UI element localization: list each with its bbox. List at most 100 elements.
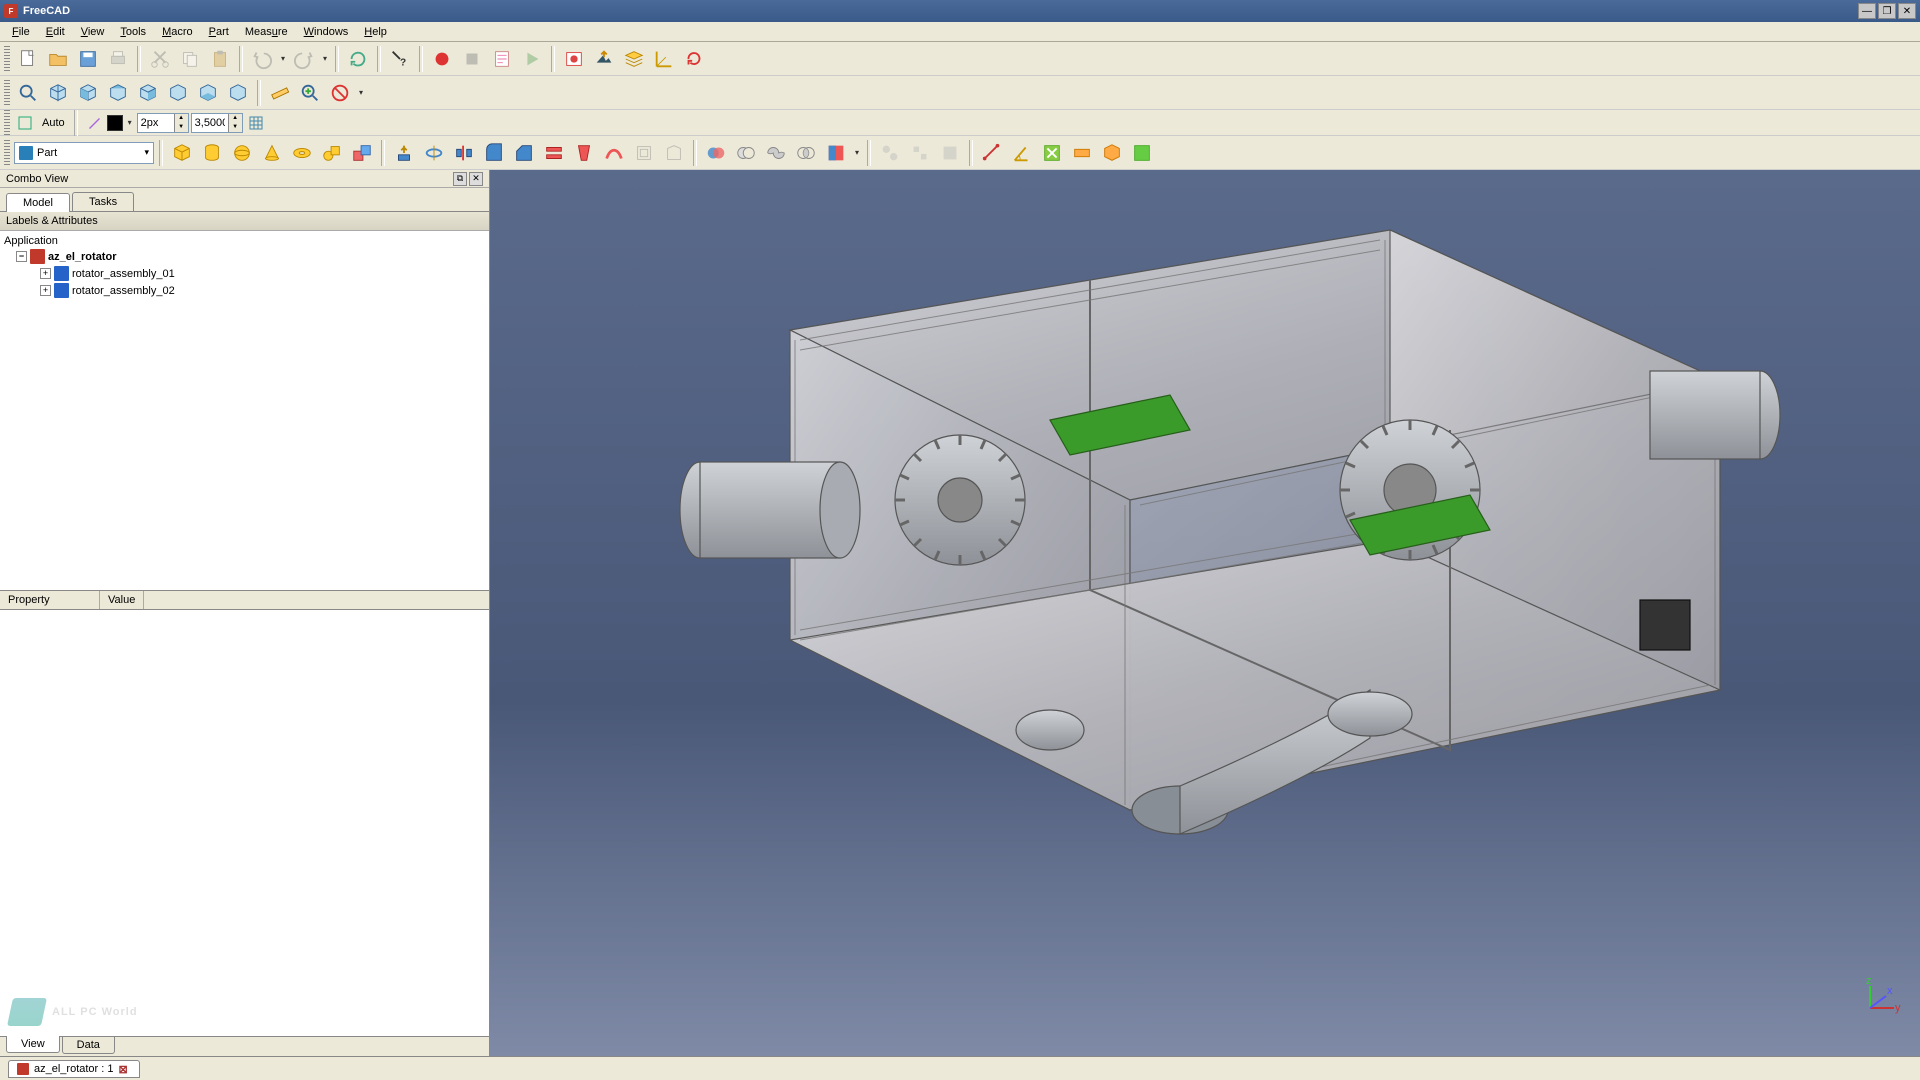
menu-macro[interactable]: Macro [154, 24, 201, 40]
zoom-fit-icon[interactable] [14, 79, 42, 107]
measure-angular-icon[interactable] [1008, 139, 1036, 167]
offset-icon[interactable] [630, 139, 658, 167]
expand-icon[interactable]: + [40, 268, 51, 279]
menu-help[interactable]: Help [356, 24, 395, 40]
measure-linear-icon[interactable] [978, 139, 1006, 167]
menu-edit[interactable]: Edit [38, 24, 73, 40]
close-tab-icon[interactable]: ⊠ [119, 1063, 131, 1075]
tree-root[interactable]: Application [0, 234, 489, 248]
tab-model[interactable]: Model [6, 193, 70, 212]
revolve-icon[interactable] [420, 139, 448, 167]
toolbar-handle[interactable] [4, 80, 10, 106]
tab-view[interactable]: View [6, 1036, 60, 1053]
compound-dropdown[interactable]: ▾ [852, 148, 862, 157]
property-col-header[interactable]: Property [0, 591, 100, 609]
macro-list-icon[interactable] [488, 45, 516, 73]
measure-delta-icon[interactable] [1128, 139, 1156, 167]
paste-icon[interactable] [206, 45, 234, 73]
model-tree[interactable]: Application − az_el_rotator + rotator_as… [0, 231, 489, 591]
make-compound-icon[interactable] [876, 139, 904, 167]
expand-icon[interactable]: + [40, 285, 51, 296]
mdi-tab[interactable]: az_el_rotator : 1 ⊠ [8, 1060, 140, 1078]
menu-file[interactable]: File [4, 24, 38, 40]
shape-builder-icon[interactable] [348, 139, 376, 167]
line-value-input[interactable] [192, 117, 228, 129]
panel-close-icon[interactable]: ✕ [469, 172, 483, 186]
view-iso-icon[interactable] [44, 79, 72, 107]
toolbar-handle[interactable] [4, 110, 10, 136]
print-icon[interactable] [104, 45, 132, 73]
no-entry-icon[interactable] [326, 79, 354, 107]
tab-tasks[interactable]: Tasks [72, 192, 134, 211]
open-file-icon[interactable] [44, 45, 72, 73]
workbench-selector[interactable]: Part ▾ [14, 142, 154, 164]
primitives-icon[interactable] [318, 139, 346, 167]
cylinder-icon[interactable] [198, 139, 226, 167]
cut-icon[interactable] [146, 45, 174, 73]
value-col-header[interactable]: Value [100, 591, 144, 609]
view-front-icon[interactable] [74, 79, 102, 107]
intersect-bool-icon[interactable] [792, 139, 820, 167]
measure-clear-icon[interactable] [1038, 139, 1066, 167]
view-right-icon[interactable] [134, 79, 162, 107]
3d-viewport[interactable]: z y x [490, 170, 1920, 1056]
line-width-input[interactable] [138, 117, 174, 129]
union-bool-icon[interactable] [762, 139, 790, 167]
sweep-icon[interactable] [600, 139, 628, 167]
menu-windows[interactable]: Windows [296, 24, 357, 40]
minimize-button[interactable]: — [1858, 3, 1876, 19]
fillet-icon[interactable] [480, 139, 508, 167]
redo-dropdown[interactable]: ▾ [320, 54, 330, 63]
axis-icon[interactable] [650, 45, 678, 73]
zoom-region-icon[interactable] [296, 79, 324, 107]
line-width-spin[interactable]: ▲▼ [137, 113, 189, 133]
copy-icon[interactable] [176, 45, 204, 73]
boolean-icon[interactable] [702, 139, 730, 167]
macro-stop-icon[interactable] [458, 45, 486, 73]
measure-icon[interactable] [266, 79, 294, 107]
panel-float-icon[interactable]: ⧉ [453, 172, 467, 186]
new-file-icon[interactable] [14, 45, 42, 73]
view-left-icon[interactable] [224, 79, 252, 107]
sketch-plane-icon[interactable] [14, 112, 36, 134]
section-icon[interactable] [822, 139, 850, 167]
view-rear-icon[interactable] [164, 79, 192, 107]
cone-icon[interactable] [258, 139, 286, 167]
tree-part[interactable]: + rotator_assembly_02 [0, 282, 489, 299]
collapse-icon[interactable]: − [16, 251, 27, 262]
refresh-icon[interactable] [344, 45, 372, 73]
web-upload-icon[interactable] [590, 45, 618, 73]
loft-icon[interactable] [570, 139, 598, 167]
explode-compound-icon[interactable] [906, 139, 934, 167]
line-value-spin[interactable]: ▲▼ [191, 113, 243, 133]
menu-tools[interactable]: Tools [112, 24, 154, 40]
color-dropdown[interactable]: ▾ [125, 118, 135, 127]
tree-part[interactable]: + rotator_assembly_01 [0, 265, 489, 282]
sphere-icon[interactable] [228, 139, 256, 167]
toolbar-handle[interactable] [4, 140, 10, 166]
view-top-icon[interactable] [104, 79, 132, 107]
tab-data[interactable]: Data [62, 1037, 115, 1054]
mirror-icon[interactable] [450, 139, 478, 167]
brush-icon[interactable] [83, 112, 105, 134]
shape-info-icon[interactable] [936, 139, 964, 167]
layers-icon[interactable] [620, 45, 648, 73]
cube-icon[interactable] [168, 139, 196, 167]
menu-view[interactable]: View [73, 24, 113, 40]
thickness-icon[interactable] [660, 139, 688, 167]
chamfer-icon[interactable] [510, 139, 538, 167]
maximize-button[interactable]: ❐ [1878, 3, 1896, 19]
close-button[interactable]: ✕ [1898, 3, 1916, 19]
view-bottom-icon[interactable] [194, 79, 222, 107]
undo-dropdown[interactable]: ▾ [278, 54, 288, 63]
draw-style-dropdown[interactable]: ▾ [356, 88, 366, 97]
tree-document[interactable]: − az_el_rotator [0, 248, 489, 265]
grid-toggle-icon[interactable] [245, 112, 267, 134]
undo-icon[interactable] [248, 45, 276, 73]
cut-bool-icon[interactable] [732, 139, 760, 167]
toolbar-handle[interactable] [4, 46, 10, 72]
web-home-icon[interactable] [560, 45, 588, 73]
menu-measure[interactable]: Measure [237, 24, 296, 40]
save-file-icon[interactable] [74, 45, 102, 73]
redo-icon[interactable] [290, 45, 318, 73]
